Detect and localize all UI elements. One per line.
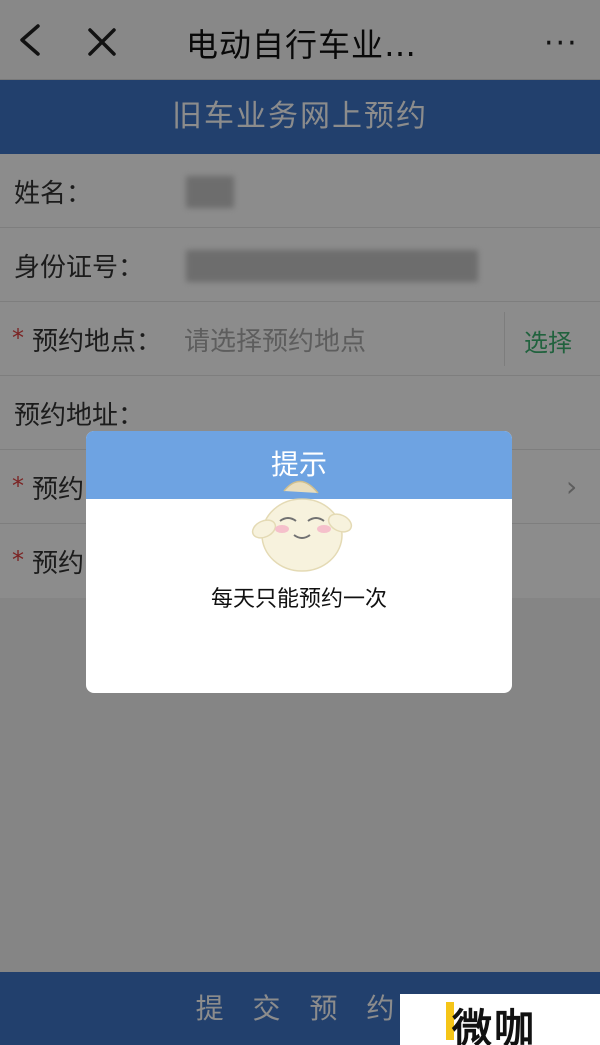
watermark: 微咖: [400, 994, 600, 1045]
dialog-message: 每天只能预约一次: [210, 587, 387, 612]
mascot-icon: [251, 480, 353, 572]
alert-dialog: 提示 每天只能预约一次: [86, 431, 512, 693]
watermark-text: 微咖: [452, 1006, 536, 1045]
